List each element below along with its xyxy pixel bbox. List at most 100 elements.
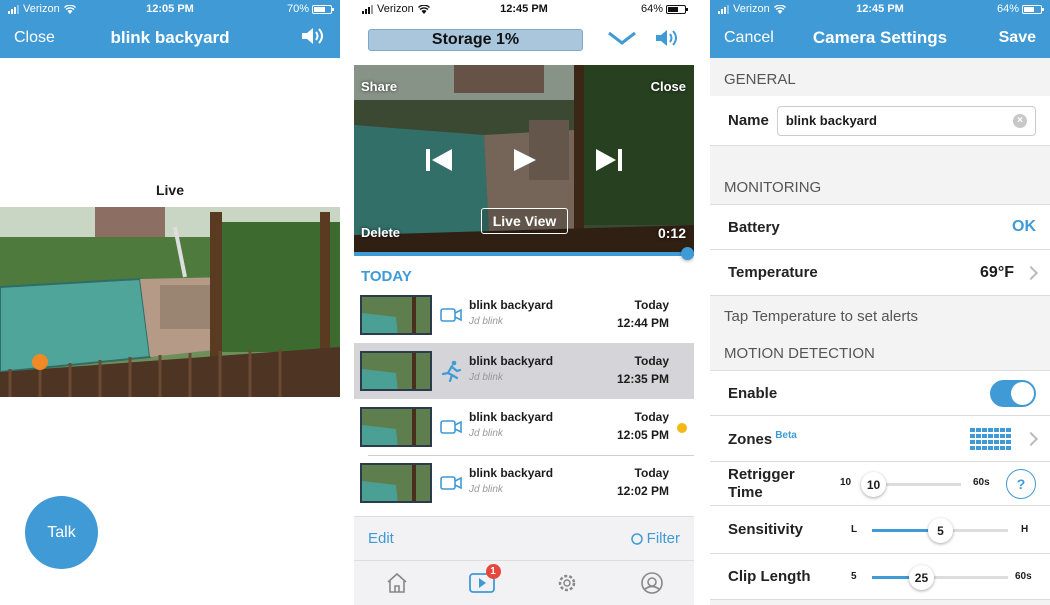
home-icon bbox=[386, 572, 407, 593]
live-view-button[interactable]: Live View bbox=[481, 208, 568, 234]
clip-length-min: 5 bbox=[851, 571, 857, 582]
close-player-button[interactable]: Close bbox=[651, 79, 686, 94]
speaker-button[interactable] bbox=[300, 26, 326, 51]
clip-day: Today bbox=[634, 354, 669, 368]
clip-thumbnail bbox=[360, 407, 432, 447]
share-button[interactable]: Share bbox=[361, 79, 397, 94]
sensitivity-slider[interactable]: 5 bbox=[872, 518, 1008, 543]
previous-clip-button[interactable] bbox=[426, 149, 452, 176]
tab-home[interactable] bbox=[382, 570, 412, 596]
retrigger-max: 60s bbox=[973, 477, 990, 488]
clip-user: Jd blink bbox=[469, 484, 503, 495]
clip-camera-name: blink backyard bbox=[469, 466, 554, 480]
clock: 12:45 PM bbox=[500, 3, 548, 15]
status-bar: Verizon 12:45 PM 64% bbox=[710, 0, 1050, 18]
clip-player[interactable]: Share Close Live View Delete 0:12 bbox=[354, 65, 694, 255]
tab-accessories[interactable] bbox=[637, 570, 667, 596]
backyard-camera-image bbox=[0, 207, 340, 397]
zones-row[interactable]: Zones Beta bbox=[710, 416, 1050, 462]
speaker-button[interactable] bbox=[654, 28, 680, 53]
save-button[interactable]: Save bbox=[999, 29, 1036, 47]
zones-grid-icon bbox=[970, 427, 1011, 450]
sensitivity-label: Sensitivity bbox=[728, 521, 804, 538]
nav-bar: Close blink backyard bbox=[0, 18, 340, 58]
clip-day: Today bbox=[634, 410, 669, 424]
clip-length-knob[interactable]: 25 bbox=[908, 565, 934, 590]
live-label: Live bbox=[155, 182, 184, 198]
camera-icon bbox=[440, 308, 462, 322]
tab-settings[interactable] bbox=[552, 570, 582, 596]
delete-button[interactable]: Delete bbox=[361, 225, 400, 240]
speaker-icon bbox=[302, 27, 323, 44]
live-video-feed[interactable] bbox=[0, 207, 340, 397]
clip-thumbnail bbox=[360, 295, 432, 335]
skip-forward-icon bbox=[596, 149, 622, 171]
enable-row: Enable bbox=[710, 370, 1050, 416]
battery-icon bbox=[666, 4, 688, 14]
clip-length-label: Clip Length bbox=[728, 568, 811, 585]
sensitivity-knob[interactable]: 5 bbox=[928, 518, 953, 543]
talk-button[interactable]: Talk bbox=[25, 496, 98, 569]
camera-name-value: blink backyard bbox=[785, 113, 877, 128]
enable-toggle[interactable] bbox=[990, 379, 1036, 407]
zones-text: Zones bbox=[728, 430, 773, 448]
camera-icon bbox=[440, 420, 462, 434]
skip-back-icon bbox=[426, 149, 452, 171]
progress-knob[interactable] bbox=[681, 247, 694, 260]
unviewed-dot bbox=[677, 423, 687, 433]
status-bar: Verizon 12:45 PM 64% bbox=[354, 0, 694, 18]
filter-button[interactable]: Filter bbox=[630, 530, 680, 547]
sensitivity-max: H bbox=[1021, 524, 1029, 535]
tab-clips[interactable]: 1 bbox=[467, 564, 501, 596]
clip-user: Jd blink bbox=[469, 428, 503, 439]
name-row: Name blink backyard × bbox=[710, 96, 1050, 146]
clip-row[interactable]: blink backyard Jd blink Today 12:02 PM bbox=[354, 455, 694, 511]
close-button[interactable]: Close bbox=[14, 29, 55, 47]
clip-time: 12:44 PM bbox=[616, 316, 669, 330]
clip-camera-name: blink backyard bbox=[469, 410, 554, 424]
zones-label: Zones Beta bbox=[728, 430, 797, 448]
gear-icon bbox=[558, 574, 575, 592]
clip-day: Today bbox=[634, 466, 669, 480]
play-button[interactable] bbox=[514, 149, 536, 176]
clip-row[interactable]: blink backyard Jd blink Today 12:05 PM bbox=[354, 399, 694, 455]
toggle-thumb bbox=[1011, 381, 1034, 405]
chevron-right-icon bbox=[1023, 265, 1039, 280]
cancel-button[interactable]: Cancel bbox=[724, 29, 774, 47]
temperature-row[interactable]: Temperature 69°F bbox=[710, 250, 1050, 296]
section-header-general: GENERAL bbox=[710, 58, 1050, 96]
temperature-label: Temperature bbox=[728, 264, 818, 281]
help-button[interactable]: ? bbox=[1006, 469, 1036, 499]
camera-name-field[interactable]: blink backyard × bbox=[776, 105, 1036, 136]
settings-header: Verizon 12:45 PM 64% Cancel Camera Setti… bbox=[710, 0, 1050, 58]
clear-text-icon[interactable]: × bbox=[1013, 113, 1027, 128]
live-header: Verizon 12:05 PM 70% Close blink backyar… bbox=[0, 0, 340, 58]
live-view-screen: Verizon 12:05 PM 70% Close blink backyar… bbox=[0, 0, 340, 605]
retrigger-slider[interactable]: 10 bbox=[861, 472, 961, 497]
speaker-icon bbox=[656, 29, 677, 46]
clip-time: 12:05 PM bbox=[616, 428, 669, 442]
battery-icon bbox=[312, 4, 334, 14]
clock: 12:05 PM bbox=[146, 3, 194, 15]
clip-day: Today bbox=[634, 298, 669, 312]
name-label: Name bbox=[728, 112, 769, 129]
edit-button[interactable]: Edit bbox=[368, 530, 394, 547]
retrigger-knob[interactable]: 10 bbox=[861, 472, 886, 497]
clip-duration: 0:12 bbox=[657, 225, 686, 241]
clip-length-slider[interactable]: 25 bbox=[872, 565, 1008, 590]
sensitivity-row: Sensitivity L 5 H bbox=[710, 506, 1050, 554]
chevron-down-button[interactable] bbox=[607, 30, 637, 51]
battery-row: Battery OK bbox=[710, 204, 1050, 250]
section-header-motion: MOTION DETECTION bbox=[710, 336, 1050, 370]
motion-runner-icon bbox=[441, 360, 462, 382]
retrigger-min: 10 bbox=[840, 477, 852, 488]
clip-progress-bar[interactable] bbox=[354, 247, 694, 260]
play-icon bbox=[514, 149, 536, 171]
temperature-value: 69°F bbox=[980, 263, 1014, 281]
storage-indicator[interactable]: Storage 1% bbox=[368, 29, 583, 51]
clip-row-selected[interactable]: blink backyard Jd blink Today 12:35 PM bbox=[354, 343, 694, 399]
accessory-icon bbox=[640, 572, 663, 594]
next-clip-button[interactable] bbox=[596, 149, 622, 176]
clip-length-max: 60s bbox=[1015, 571, 1032, 582]
clip-row[interactable]: blink backyard Jd blink Today 12:44 PM bbox=[354, 287, 694, 343]
